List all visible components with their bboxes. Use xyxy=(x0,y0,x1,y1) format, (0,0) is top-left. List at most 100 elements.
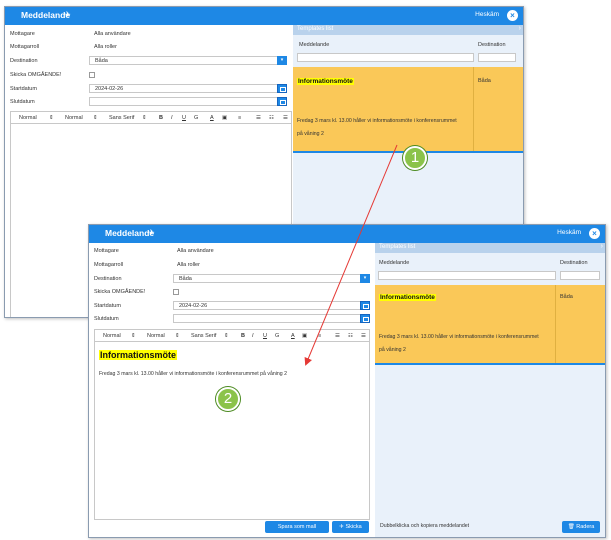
link-button[interactable]: G xyxy=(194,115,198,121)
step-badge-2: 2 xyxy=(216,387,240,411)
templates-header: Templates list › xyxy=(375,243,605,253)
font-select[interactable]: Sans Serif xyxy=(191,333,216,339)
message-editor[interactable]: Informationsmöte Fredag 3 mars kl. 13.00… xyxy=(94,342,370,520)
font-select-arrows-icon[interactable]: ⇕ xyxy=(224,333,229,339)
skicka-omgaende-checkbox[interactable] xyxy=(173,289,179,295)
filter-meddelande-input[interactable] xyxy=(378,271,556,280)
template-row-body: Fredag 3 mars kl. 13.00 håller vi inform… xyxy=(379,334,539,340)
mottagare-label: Mottagare xyxy=(94,248,119,254)
chevron-right-icon[interactable]: › xyxy=(601,243,603,250)
size-select-arrows-icon[interactable]: ⇕ xyxy=(131,333,136,339)
send-button[interactable]: ✈ Skicka xyxy=(332,521,369,533)
bold-button[interactable]: B xyxy=(241,333,245,339)
hemkam-label[interactable]: Heskäm xyxy=(557,229,581,236)
column-header-destination[interactable]: Destination xyxy=(560,260,588,266)
ordered-list-button[interactable]: ☰ xyxy=(256,115,261,121)
chevron-right-icon[interactable]: › xyxy=(519,25,521,32)
heading-select-arrows-icon[interactable]: ⇕ xyxy=(175,333,180,339)
template-row-title: Informationsmöte xyxy=(379,294,436,301)
text-color-button[interactable]: A xyxy=(210,115,214,121)
mottagarroll-label: Mottagarroll xyxy=(94,262,124,268)
editor-toolbar: Normal ⇕ Normal ⇕ Sans Serif ⇕ B I U G A… xyxy=(10,111,292,124)
hemkam-label[interactable]: Heskäm xyxy=(475,11,499,18)
calendar-icon[interactable] xyxy=(360,314,370,323)
mottagarroll-label: Mottagarroll xyxy=(10,44,40,50)
startdatum-field[interactable]: 2024-02-26 xyxy=(89,84,287,93)
destination-select[interactable]: Båda ▾ xyxy=(173,274,370,283)
heading-select-arrows-icon[interactable]: ⇕ xyxy=(93,115,98,121)
heading-select[interactable]: Normal xyxy=(65,115,83,121)
destination-select[interactable]: Båda ▾ xyxy=(89,56,287,65)
filter-meddelande-input[interactable] xyxy=(297,53,474,62)
chevron-down-icon[interactable]: ▾ xyxy=(360,274,370,283)
underline-button[interactable]: U xyxy=(182,115,186,121)
template-row[interactable]: Informationsmöte Fredag 3 mars kl. 13.00… xyxy=(293,67,523,153)
mottagare-label: Mottagare xyxy=(10,31,35,37)
italic-button[interactable]: I xyxy=(171,115,173,121)
template-row-body: Fredag 3 mars kl. 13.00 håller vi inform… xyxy=(297,118,457,124)
templates-footer-hint: Dubbelklicka och kopiera meddelandet xyxy=(380,523,470,529)
size-select-arrows-icon[interactable]: ⇕ xyxy=(49,115,54,121)
templates-panel: Templates list › Meddelande Destination … xyxy=(375,243,605,537)
mottagare-value[interactable]: Alla användare xyxy=(94,31,131,37)
skicka-omgaende-label: Skicka OMGÅENDE! xyxy=(94,289,146,295)
font-select-arrows-icon[interactable]: ⇕ xyxy=(142,115,147,121)
column-header-meddelande[interactable]: Meddelande xyxy=(299,42,329,48)
title-bar: Meddelande ✈ Heskäm × xyxy=(5,7,523,25)
bullet-list-button[interactable]: ☰ xyxy=(283,115,288,121)
destination-value: Båda xyxy=(179,276,192,282)
startdatum-field[interactable]: 2024-02-26 xyxy=(173,301,370,310)
calendar-icon[interactable] xyxy=(277,97,287,106)
image-button[interactable]: ▣ xyxy=(222,115,227,121)
align-button[interactable]: ≡ xyxy=(238,115,241,121)
column-header-destination[interactable]: Destination xyxy=(478,42,506,48)
close-icon[interactable]: × xyxy=(589,228,600,239)
calendar-icon[interactable] xyxy=(277,84,287,93)
chevron-down-icon[interactable]: ▾ xyxy=(277,56,287,65)
title-bar: Meddelande ✈ Heskäm × xyxy=(89,225,605,243)
step-badge-1: 1 xyxy=(403,146,427,170)
bold-button[interactable]: B xyxy=(159,115,163,121)
calendar-icon[interactable] xyxy=(360,301,370,310)
save-as-template-button[interactable]: Spara som mall xyxy=(265,521,329,533)
skicka-omgaende-checkbox[interactable] xyxy=(89,72,95,78)
close-icon[interactable]: × xyxy=(507,10,518,21)
template-row[interactable]: Informationsmöte Fredag 3 mars kl. 13.00… xyxy=(375,285,605,365)
template-row-title: Informationsmöte xyxy=(297,78,354,85)
ordered-list-button[interactable]: ☰ xyxy=(335,333,340,339)
align-button[interactable]: ≡ xyxy=(318,333,321,339)
startdatum-label: Startdatum xyxy=(10,86,37,92)
save-as-template-label: Spara som mall xyxy=(277,524,317,530)
startdatum-value: 2024-02-26 xyxy=(179,303,208,309)
indent-button[interactable]: ☷ xyxy=(269,115,274,121)
link-button[interactable]: G xyxy=(275,333,279,339)
column-divider xyxy=(473,67,474,151)
underline-button[interactable]: U xyxy=(263,333,267,339)
italic-button[interactable]: I xyxy=(252,333,254,339)
size-select[interactable]: Normal xyxy=(19,115,37,121)
font-select[interactable]: Sans Serif xyxy=(109,115,134,121)
mottagarroll-value[interactable]: Alla roller xyxy=(94,44,117,50)
slutdatum-field[interactable] xyxy=(89,97,287,106)
delete-button[interactable]: 🗑 Radera xyxy=(562,521,600,533)
template-row-destination: Båda xyxy=(478,78,491,84)
filter-destination-input[interactable] xyxy=(560,271,600,280)
editor-body: Fredag 3 mars kl. 13.00 håller vi inform… xyxy=(99,371,287,377)
mottagare-value[interactable]: Alla användare xyxy=(177,248,214,254)
skicka-omgaende-label: Skicka OMGÅENDE! xyxy=(10,72,62,78)
paper-plane-icon: ✈ xyxy=(64,10,71,19)
column-header-meddelande[interactable]: Meddelande xyxy=(379,260,409,266)
template-row-destination: Båda xyxy=(560,294,573,300)
size-select[interactable]: Normal xyxy=(103,333,121,339)
text-color-button[interactable]: A xyxy=(291,333,295,339)
slutdatum-field[interactable] xyxy=(173,314,370,323)
mottagarroll-value[interactable]: Alla roller xyxy=(177,262,200,268)
bullet-list-button[interactable]: ☰ xyxy=(361,333,366,339)
filter-destination-input[interactable] xyxy=(478,53,516,62)
template-row-body-line2: på våning 2 xyxy=(297,131,324,137)
image-button[interactable]: ▣ xyxy=(302,333,307,339)
destination-label: Destination xyxy=(94,276,122,282)
heading-select[interactable]: Normal xyxy=(147,333,165,339)
indent-button[interactable]: ☷ xyxy=(348,333,353,339)
slutdatum-label: Slutdatum xyxy=(94,316,119,322)
